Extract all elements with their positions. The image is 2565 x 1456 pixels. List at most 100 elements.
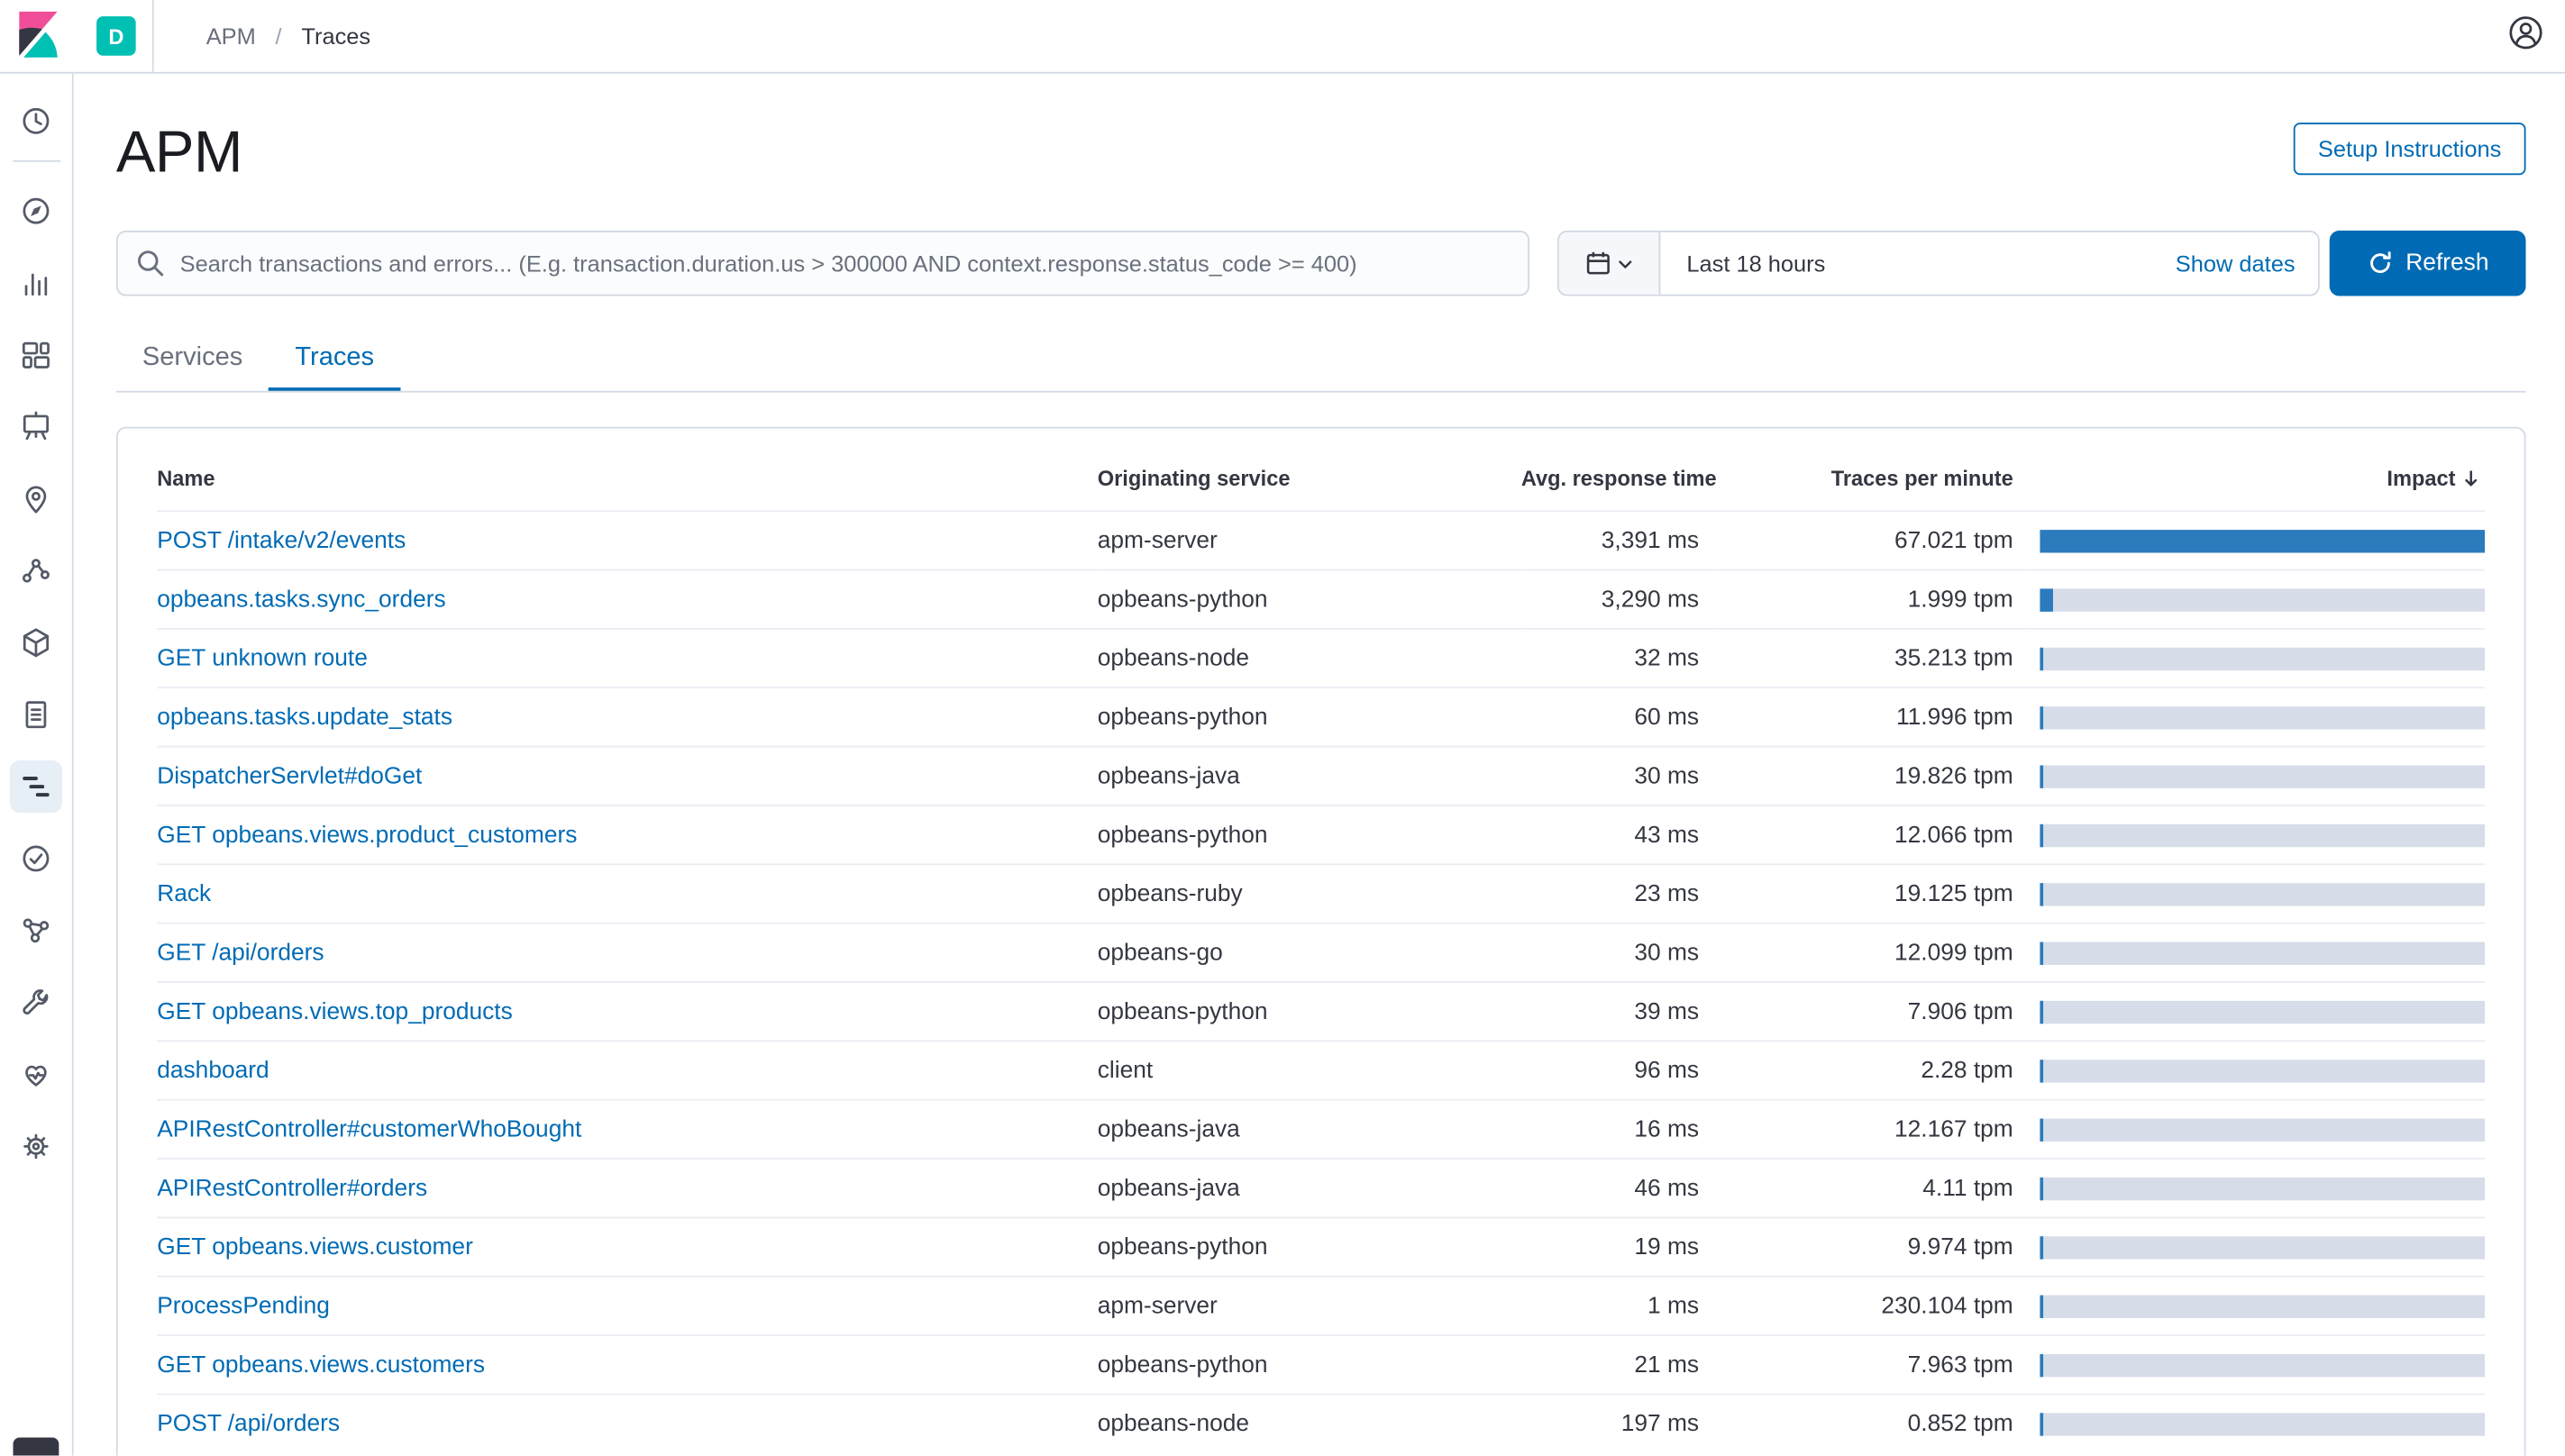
table-row: opbeans.tasks.update_stats opbeans-python… — [157, 688, 2485, 747]
trace-name-link[interactable]: APIRestController#orders — [157, 1175, 427, 1201]
traces-per-minute-cell: 19.826 tpm — [1712, 747, 2027, 805]
trace-name-link[interactable]: GET opbeans.views.product_customers — [157, 822, 577, 848]
avg-response-time-cell: 3,290 ms — [1521, 570, 1712, 629]
impact-bar-fill — [2040, 588, 2052, 611]
table-row: DispatcherServlet#doGetopbeans-java30 ms… — [157, 747, 2485, 805]
impact-bar — [2040, 530, 2485, 552]
originating-service-cell: opbeans-python — [1098, 688, 1521, 747]
quick-select-button[interactable] — [1559, 232, 1661, 295]
traces-per-minute-cell: 7.963 tpm — [1712, 1335, 2027, 1394]
sidebar-nav-items — [0, 85, 72, 1182]
sidebar-item-discover[interactable] — [0, 175, 72, 247]
impact-bar-fill — [2040, 1060, 2043, 1082]
sidebar-item-apm[interactable] — [0, 751, 72, 823]
sidebar-item-canvas[interactable] — [0, 391, 72, 463]
sidebar-item-maps[interactable] — [0, 463, 72, 535]
trace-name-link[interactable]: GET unknown route — [157, 645, 368, 671]
trace-name-link[interactable]: GET opbeans.views.customers — [157, 1352, 485, 1379]
trace-name-link[interactable]: POST /api/orders — [157, 1411, 340, 1437]
trace-name-link[interactable]: opbeans.tasks.sync_orders — [157, 587, 445, 613]
avg-response-time-cell: 1 ms — [1521, 1277, 1712, 1335]
impact-bar — [2040, 765, 2485, 787]
column-header-impact[interactable]: Impact — [2026, 443, 2485, 511]
column-header-traces-per-minute[interactable]: Traces per minute — [1712, 443, 2027, 511]
table-row: ProcessPendingapm-server1 ms230.104 tpm — [157, 1277, 2485, 1335]
document-icon — [10, 688, 62, 741]
originating-service-cell: opbeans-python — [1098, 570, 1521, 629]
traces-table: NameOriginating serviceAvg. response tim… — [157, 443, 2485, 1453]
impact-bar — [2040, 824, 2485, 846]
avg-response-time-cell: 46 ms — [1521, 1159, 1712, 1217]
avg-response-time-cell: 96 ms — [1521, 1042, 1712, 1100]
trace-name-link[interactable]: opbeans.tasks.update_stats — [157, 705, 452, 731]
table-row: GET unknown routeopbeans-node32 ms35.213… — [157, 629, 2485, 687]
avg-response-time-cell: 197 ms — [1521, 1395, 1712, 1453]
impact-bar — [2040, 1236, 2485, 1259]
table-row: GET opbeans.views.customers opbeans-pytho… — [157, 1335, 2485, 1394]
impact-bar-fill — [2040, 1118, 2043, 1141]
setup-instructions-button[interactable]: Setup Instructions — [2294, 123, 2526, 175]
sidebar-item-infrastructure[interactable] — [0, 606, 72, 678]
show-dates-link[interactable]: Show dates — [2176, 250, 2318, 277]
refresh-icon — [2367, 250, 2393, 277]
impact-bar — [2040, 706, 2485, 729]
trace-name-link[interactable]: APIRestController#customerWhoBought — [157, 1116, 581, 1142]
traces-per-minute-cell: 9.974 tpm — [1712, 1218, 2027, 1277]
sidebar-item-machine-learning[interactable] — [0, 535, 72, 607]
originating-service-cell: opbeans-python — [1098, 1335, 1521, 1394]
sidebar-item-dashboard[interactable] — [0, 319, 72, 391]
space-badge[interactable]: D — [96, 16, 136, 56]
tab-traces[interactable]: Traces — [269, 329, 400, 391]
sidebar-item-uptime[interactable] — [0, 823, 72, 895]
impact-bar-fill — [2040, 647, 2043, 669]
refresh-button[interactable]: Refresh — [2330, 231, 2526, 296]
impact-bar-fill — [2040, 1236, 2043, 1259]
search-input[interactable] — [116, 231, 1529, 296]
sidebar-item-recently-viewed[interactable] — [0, 85, 72, 157]
trace-name-link[interactable]: POST /intake/v2/events — [157, 528, 406, 554]
sidebar-item-graph[interactable] — [0, 895, 72, 967]
breadcrumb-traces: Traces — [301, 23, 370, 49]
collapse-nav-button[interactable] — [14, 1437, 59, 1455]
impact-bar — [2040, 647, 2485, 669]
column-header-originating-service[interactable]: Originating service — [1098, 443, 1521, 511]
column-header-name[interactable]: Name — [157, 443, 1097, 511]
trace-name-link[interactable]: dashboard — [157, 1058, 269, 1084]
sidebar-item-monitoring[interactable] — [0, 1039, 72, 1111]
trace-name-link[interactable]: ProcessPending — [157, 1293, 330, 1319]
originating-service-cell: client — [1098, 1042, 1521, 1100]
impact-bar-fill — [2040, 883, 2043, 905]
sidebar-item-logs[interactable] — [0, 678, 72, 751]
map-pin-icon — [10, 473, 62, 525]
kibana-logo[interactable] — [0, 12, 74, 60]
avg-response-time-cell: 23 ms — [1521, 865, 1712, 924]
trace-name-link[interactable]: GET opbeans.views.top_products — [157, 998, 513, 1024]
date-range-value[interactable]: Last 18 hours — [1660, 250, 2175, 277]
sidebar-item-visualize[interactable] — [0, 247, 72, 319]
trace-name-link[interactable]: DispatcherServlet#doGet — [157, 763, 422, 789]
trace-name-link[interactable]: GET opbeans.views.customer — [157, 1234, 473, 1260]
traces-table-panel: NameOriginating serviceAvg. response tim… — [116, 427, 2526, 1455]
table-row: APIRestController#customerWhoBought opbea… — [157, 1100, 2485, 1159]
user-avatar-icon[interactable] — [2506, 13, 2546, 60]
traces-per-minute-cell: 230.104 tpm — [1712, 1277, 2027, 1335]
tab-services[interactable]: Services — [116, 329, 269, 391]
breadcrumb-apm[interactable]: APM — [206, 23, 256, 49]
sidebar-item-management[interactable] — [0, 1110, 72, 1182]
cube-icon — [10, 616, 62, 669]
table-row: POST /intake/v2/eventsapm-server3,391 ms… — [157, 512, 2485, 570]
table-row: Rackopbeans-ruby23 ms19.125 tpm — [157, 865, 2485, 924]
sidebar-item-dev-tools[interactable] — [0, 967, 72, 1039]
originating-service-cell: opbeans-python — [1098, 982, 1521, 1041]
avg-response-time-cell: 16 ms — [1521, 1100, 1712, 1159]
wrench-icon — [10, 977, 62, 1029]
trace-icon — [10, 760, 62, 813]
compass-icon — [10, 185, 62, 237]
date-picker: Last 18 hours Show dates — [1557, 231, 2320, 296]
table-row: POST /api/ordersopbeans-node197 ms0.852 … — [157, 1395, 2485, 1453]
originating-service-cell: opbeans-java — [1098, 1100, 1521, 1159]
column-header-avg-response-time[interactable]: Avg. response time — [1521, 443, 1712, 511]
trace-name-link[interactable]: GET /api/orders — [157, 940, 324, 966]
trace-name-link[interactable]: Rack — [157, 881, 211, 907]
impact-bar-fill — [2040, 1295, 2043, 1317]
